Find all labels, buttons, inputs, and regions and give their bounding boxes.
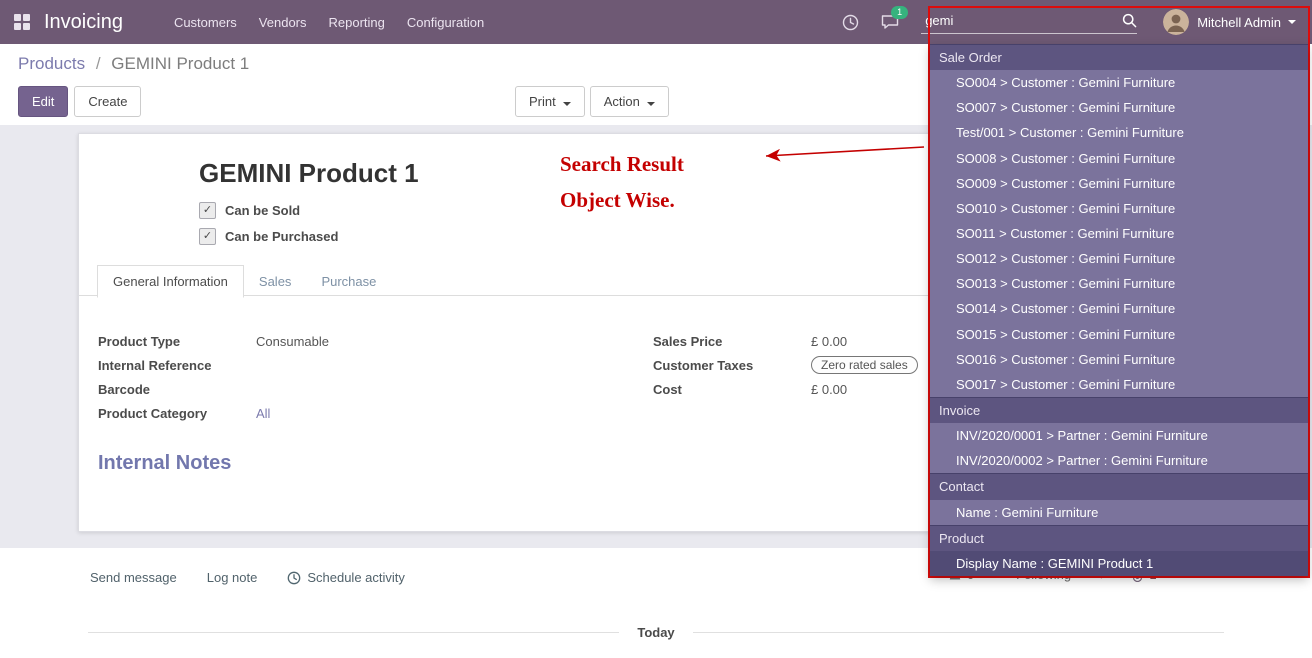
checkbox-label: Can be Sold: [225, 203, 300, 218]
log-note-button[interactable]: Log note: [207, 570, 258, 585]
dropdown-item[interactable]: SO014 > Customer : Gemini Furniture: [930, 296, 1308, 321]
tab-sales[interactable]: Sales: [244, 266, 307, 297]
divider-line: [693, 632, 1224, 633]
field-barcode: Barcode: [98, 379, 528, 399]
create-button[interactable]: Create: [74, 86, 141, 117]
field-internal-reference: Internal Reference: [98, 355, 528, 375]
print-dropdown-button[interactable]: Print: [515, 86, 585, 117]
field-value: £ 0.00: [811, 334, 847, 349]
dropdown-section-product: Product: [930, 525, 1308, 551]
breadcrumb-separator: /: [96, 54, 101, 73]
tab-general-information[interactable]: General Information: [97, 265, 244, 298]
checkbox-icon[interactable]: ✓: [199, 202, 216, 219]
field-value: Consumable: [256, 334, 329, 349]
dropdown-item[interactable]: SO015 > Customer : Gemini Furniture: [930, 322, 1308, 347]
tax-tag: Zero rated sales: [811, 356, 918, 374]
product-title: GEMINI Product 1: [199, 158, 419, 189]
action-dropdown-button[interactable]: Action: [590, 86, 669, 117]
dropdown-item[interactable]: Name : Gemini Furniture: [930, 500, 1308, 525]
dropdown-section-sale-order: Sale Order: [930, 44, 1308, 70]
edit-button[interactable]: Edit: [18, 86, 68, 117]
dropdown-section-contact: Contact: [930, 473, 1308, 499]
nav-menu-vendors[interactable]: Vendors: [248, 9, 318, 36]
dropdown-item[interactable]: SO017 > Customer : Gemini Furniture: [930, 372, 1308, 397]
date-divider: Today: [0, 625, 1312, 640]
annotation-text: Search Result Object Wise.: [560, 146, 684, 218]
dropdown-item[interactable]: INV/2020/0002 > Partner : Gemini Furnitu…: [930, 448, 1308, 473]
dropdown-item[interactable]: SO010 > Customer : Gemini Furniture: [930, 196, 1308, 221]
schedule-activity-button[interactable]: Schedule activity: [287, 570, 405, 585]
divider-label: Today: [637, 625, 674, 640]
chevron-down-icon: [647, 102, 655, 106]
field-label: Internal Reference: [98, 358, 256, 373]
field-product-category: Product CategoryAll: [98, 403, 528, 423]
dropdown-item[interactable]: SO008 > Customer : Gemini Furniture: [930, 146, 1308, 171]
dropdown-item[interactable]: SO004 > Customer : Gemini Furniture: [930, 70, 1308, 95]
field-label: Product Type: [98, 334, 256, 349]
send-message-button[interactable]: Send message: [90, 570, 177, 585]
messages-icon[interactable]: 1: [881, 14, 899, 30]
fields-left: Product TypeConsumableInternal Reference…: [98, 331, 528, 427]
clock-icon: [287, 571, 301, 585]
dropdown-item[interactable]: SO013 > Customer : Gemini Furniture: [930, 271, 1308, 296]
search-result-overlay: Sale OrderSO004 > Customer : Gemini Furn…: [928, 6, 1310, 578]
chevron-down-icon: [563, 102, 571, 106]
field-product-type: Product TypeConsumable: [98, 331, 528, 351]
internal-notes-heading: Internal Notes: [98, 452, 231, 475]
tab-purchase[interactable]: Purchase: [306, 266, 391, 297]
breadcrumb: Products / GEMINI Product 1: [18, 54, 249, 74]
dropdown-item[interactable]: Display Name : GEMINI Product 1: [930, 551, 1308, 576]
nav-menu-customers[interactable]: Customers: [163, 9, 248, 36]
field-value[interactable]: All: [256, 406, 270, 421]
record-buttons: Edit Create: [18, 86, 141, 117]
apps-grid-icon[interactable]: [14, 14, 30, 30]
message-count-badge: 1: [891, 6, 908, 19]
breadcrumb-products-link[interactable]: Products: [18, 54, 85, 73]
action-buttons: Print Action: [515, 86, 669, 117]
field-label: Sales Price: [653, 334, 811, 349]
annotation-arrow: [752, 140, 930, 166]
dropdown-item[interactable]: INV/2020/0001 > Partner : Gemini Furnitu…: [930, 423, 1308, 448]
checkbox-can-be-sold[interactable]: ✓ Can be Sold: [199, 202, 338, 219]
divider-line: [88, 632, 619, 633]
app-menu: CustomersVendorsReportingConfiguration: [163, 9, 495, 36]
dropdown-item[interactable]: SO011 > Customer : Gemini Furniture: [930, 221, 1308, 246]
chatter-links: Send message Log note Schedule activity: [90, 570, 405, 585]
dropdown-item[interactable]: SO016 > Customer : Gemini Furniture: [930, 347, 1308, 372]
dropdown-item[interactable]: SO009 > Customer : Gemini Furniture: [930, 171, 1308, 196]
field-value: £ 0.00: [811, 382, 847, 397]
activity-clock-icon[interactable]: [842, 14, 859, 31]
checkbox-icon[interactable]: ✓: [199, 228, 216, 245]
checkbox-label: Can be Purchased: [225, 229, 338, 244]
dropdown-item[interactable]: SO012 > Customer : Gemini Furniture: [930, 246, 1308, 271]
nav-menu-reporting[interactable]: Reporting: [318, 9, 396, 36]
checkbox-area: ✓ Can be Sold ✓ Can be Purchased: [199, 202, 338, 254]
dropdown-section-invoice: Invoice: [930, 397, 1308, 423]
checkbox-can-be-purchased[interactable]: ✓ Can be Purchased: [199, 228, 338, 245]
app-title[interactable]: Invoicing: [44, 11, 123, 34]
field-label: Cost: [653, 382, 811, 397]
dropdown-item[interactable]: SO007 > Customer : Gemini Furniture: [930, 95, 1308, 120]
nav-menu-configuration[interactable]: Configuration: [396, 9, 495, 36]
field-label: Product Category: [98, 406, 256, 421]
search-dropdown: Sale OrderSO004 > Customer : Gemini Furn…: [930, 44, 1308, 576]
breadcrumb-current: GEMINI Product 1: [111, 54, 249, 73]
field-label: Barcode: [98, 382, 256, 397]
field-label: Customer Taxes: [653, 358, 811, 373]
dropdown-item[interactable]: Test/001 > Customer : Gemini Furniture: [930, 120, 1308, 145]
